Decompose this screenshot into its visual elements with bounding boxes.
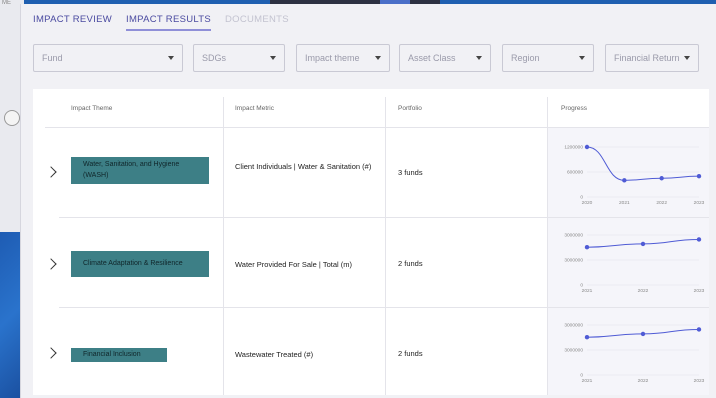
impact-theme-badge: Climate Adaptation & Resilience xyxy=(71,251,209,277)
financial-return-select[interactable]: Financial Return xyxy=(605,44,699,72)
asset-class-select-placeholder: Asset Class xyxy=(408,53,456,63)
y-tick-label: 600000 xyxy=(567,170,583,176)
x-tick-label: 2023 xyxy=(694,200,705,206)
fund-select[interactable]: Fund xyxy=(33,44,183,72)
chevron-down-icon xyxy=(684,56,690,60)
chevron-down-icon xyxy=(168,56,174,60)
y-tick-label: 3000000 xyxy=(564,323,583,329)
y-tick-label: 0 xyxy=(580,373,583,379)
y-tick-label: 1200000 xyxy=(564,145,583,151)
data-point xyxy=(696,327,702,332)
impact-theme-select[interactable]: Impact theme xyxy=(296,44,390,72)
series-line xyxy=(586,146,700,181)
financial-return-select-placeholder: Financial Return xyxy=(614,53,680,63)
x-tick-label: 2022 xyxy=(656,200,667,206)
chevron-down-icon xyxy=(270,56,276,60)
tab-bar: IMPACT REVIEW IMPACT RESULTS DOCUMENTS xyxy=(33,14,289,31)
tab-documents[interactable]: DOCUMENTS xyxy=(225,14,289,31)
data-point xyxy=(640,331,646,337)
data-point xyxy=(584,245,590,250)
fund-select-placeholder: Fund xyxy=(42,53,63,63)
portfolio-count: 2 funds xyxy=(398,349,423,358)
x-tick-label: 2022 xyxy=(638,288,649,294)
data-point xyxy=(584,335,590,340)
background-radio-icon xyxy=(4,110,20,126)
header-portfolio: Portfolio xyxy=(398,104,422,112)
data-point xyxy=(696,237,702,242)
progress-chart: 3000000 3000000 02021 2022 2023 xyxy=(564,233,705,295)
tab-impact-review[interactable]: IMPACT REVIEW xyxy=(33,14,112,31)
chevron-down-icon xyxy=(579,56,585,60)
y-tick-label: 3000000 xyxy=(564,233,583,239)
data-point xyxy=(640,241,646,247)
region-select[interactable]: Region xyxy=(502,44,594,72)
x-tick-label: 2021 xyxy=(582,288,593,294)
table-row[interactable]: Climate Adaptation & Resilience Water Pr… xyxy=(33,217,709,307)
sdgs-select[interactable]: SDGs xyxy=(193,44,285,72)
x-tick-label: 2020 xyxy=(582,200,593,206)
x-tick-label: 2023 xyxy=(694,288,705,294)
chevron-down-icon xyxy=(476,56,482,60)
progress-chart: 1200000 600000 02020 2021 2022 2023 xyxy=(564,144,705,207)
asset-class-select[interactable]: Asset Class xyxy=(399,44,491,72)
data-point xyxy=(584,144,590,150)
progress-chart: 3000000 3000000 02021 2022 2023 xyxy=(564,323,705,385)
x-tick-label: 2021 xyxy=(582,378,593,384)
impact-table: Impact Theme Impact Metric Portfolio Pro… xyxy=(33,89,709,395)
header-progress: Progress xyxy=(561,104,588,112)
y-tick-label: 3000000 xyxy=(564,258,583,264)
header-impact-metric: Impact Metric xyxy=(235,104,275,112)
table-row[interactable]: Financial Inclusion Wastewater Treated (… xyxy=(33,307,709,397)
impact-metric: Wastewater Treated (#) xyxy=(235,350,314,359)
x-tick-label: 2023 xyxy=(694,378,705,384)
y-tick-label: 3000000 xyxy=(564,348,583,354)
x-tick-label: 2022 xyxy=(638,378,649,384)
impact-panel: IMPACT REVIEW IMPACT RESULTS DOCUMENTS F… xyxy=(20,4,716,398)
table-row[interactable]: Water, Sanitation, and Hygiene (WASH) Cl… xyxy=(33,127,709,217)
sdgs-select-placeholder: SDGs xyxy=(202,53,227,63)
header-impact-theme: Impact Theme xyxy=(71,104,113,112)
impact-theme-badge: Water, Sanitation, and Hygiene (WASH) xyxy=(71,157,209,184)
impact-metric: Client Individuals | Water & Sanitation … xyxy=(235,162,372,171)
data-point xyxy=(696,173,702,179)
impact-theme-select-placeholder: Impact theme xyxy=(305,53,360,63)
data-point xyxy=(622,178,627,183)
portfolio-count: 3 funds xyxy=(398,168,423,177)
chevron-right-icon[interactable] xyxy=(45,166,57,178)
portfolio-count: 2 funds xyxy=(398,259,423,268)
y-tick-label: 0 xyxy=(580,283,583,289)
chevron-right-icon[interactable] xyxy=(45,347,57,359)
impact-metric: Water Provided For Sale | Total (m) xyxy=(235,260,352,269)
chevron-right-icon[interactable] xyxy=(45,258,57,270)
x-tick-label: 2021 xyxy=(619,200,630,206)
chevron-down-icon xyxy=(375,56,381,60)
data-point xyxy=(659,176,664,181)
tab-impact-results[interactable]: IMPACT RESULTS xyxy=(126,14,211,31)
region-select-placeholder: Region xyxy=(511,53,540,63)
impact-theme-badge: Financial Inclusion xyxy=(71,348,167,362)
y-tick-label: 0 xyxy=(580,195,583,201)
